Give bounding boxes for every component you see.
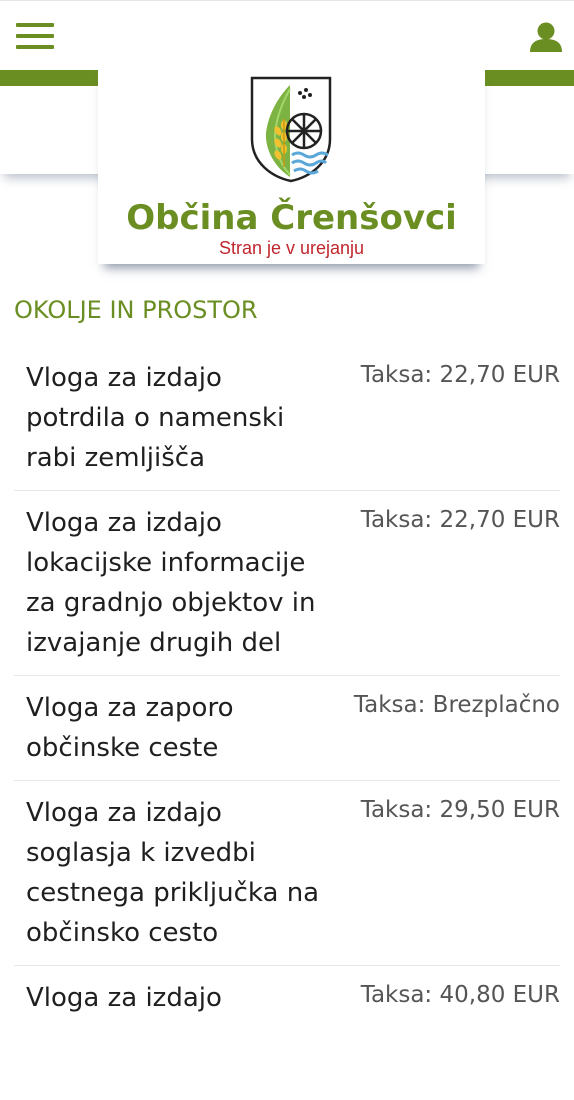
service-row[interactable]: Vloga za izdajo potrdila o namenski rabi… (14, 346, 560, 491)
service-row[interactable]: Vloga za zaporo občinske ceste Taksa: Br… (14, 676, 560, 781)
service-fee: Taksa: 29,50 EUR (360, 797, 560, 823)
logo-card[interactable]: Občina Črenšovci Stran je v urejanju (98, 66, 485, 264)
service-row[interactable]: Vloga za izdajo Taksa: 40,80 EUR (14, 966, 560, 1030)
service-list: Vloga za izdajo potrdila o namenski rabi… (14, 346, 560, 1030)
municipal-crest (248, 75, 334, 183)
service-fee: Taksa: Brezplačno (353, 692, 560, 718)
site-subtitle: Stran je v urejanju (218, 238, 365, 258)
service-name-link[interactable]: Vloga za izdajo lokacijske informacije z… (26, 503, 326, 663)
service-name-link[interactable]: Vloga za izdajo soglasja k izvedbi cestn… (26, 793, 326, 953)
service-fee: Taksa: 22,70 EUR (360, 507, 560, 533)
site-title: Občina Črenšovci (126, 198, 457, 238)
service-row[interactable]: Vloga za izdajo lokacijske informacije z… (14, 491, 560, 676)
page: Občina Črenšovci Stran je v urejanju OKO… (0, 0, 574, 1100)
service-row[interactable]: Vloga za izdajo soglasja k izvedbi cestn… (14, 781, 560, 966)
user-icon[interactable] (528, 21, 564, 53)
service-name-link[interactable]: Vloga za zaporo občinske ceste (26, 688, 326, 768)
hamburger-menu-icon[interactable] (16, 23, 54, 49)
service-fee: Taksa: 40,80 EUR (360, 982, 560, 1008)
service-name-link[interactable]: Vloga za izdajo (26, 978, 326, 1018)
service-name-link[interactable]: Vloga za izdajo potrdila o namenski rabi… (26, 358, 326, 478)
top-bar (0, 0, 574, 71)
service-fee: Taksa: 22,70 EUR (360, 362, 560, 388)
section-title: OKOLJE IN PROSTOR (14, 296, 258, 324)
